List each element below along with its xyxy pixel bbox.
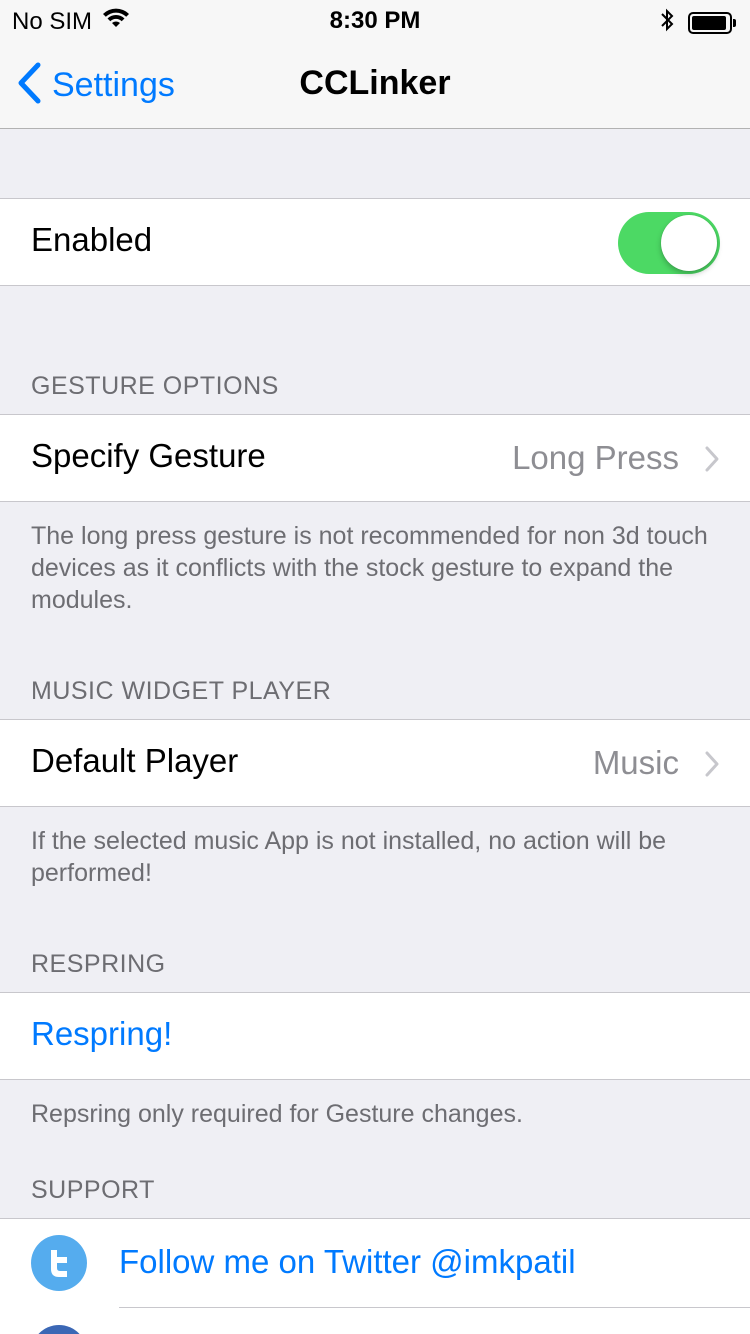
toggle-knob (661, 215, 717, 271)
respring-button[interactable]: Respring! (0, 992, 750, 1080)
enabled-label: Enabled (31, 221, 153, 258)
navigation-bar: Settings CCLinker (0, 40, 750, 129)
enabled-cell: Enabled (0, 198, 750, 286)
music-footer: If the selected music App is not install… (31, 827, 667, 887)
battery-icon (688, 11, 732, 34)
specify-gesture-value: Long Press (512, 439, 679, 476)
enabled-toggle[interactable] (618, 212, 720, 274)
respring-footer: Repsring only required for Gesture chang… (31, 1100, 523, 1128)
specify-gesture-row[interactable]: Specify Gesture Long Press (0, 414, 750, 502)
section-header-support: SUPPORT (31, 1176, 155, 1204)
page-title: CCLinker (299, 64, 451, 102)
status-time: 8:30 PM (329, 7, 421, 34)
default-player-value: Music (592, 744, 679, 781)
battery-tip (733, 18, 736, 27)
chevron-right-icon (704, 750, 720, 783)
twitter-row[interactable]: Follow me on Twitter @imkpatil (0, 1218, 750, 1334)
twitter-label: Follow me on Twitter @imkpatil (119, 1243, 576, 1280)
specify-gesture-label: Specify Gesture (31, 437, 266, 474)
gesture-footer: The long press gesture is not recommende… (31, 522, 708, 614)
default-player-row[interactable]: Default Player Music (0, 719, 750, 807)
bluetooth-icon (660, 8, 674, 37)
twitter-icon (31, 1235, 87, 1291)
chevron-right-icon (704, 445, 720, 478)
section-header-music: MUSIC WIDGET PLAYER (31, 677, 332, 705)
default-player-label: Default Player (31, 742, 239, 779)
screen: No SIM 8:30 PM Settings CCLinker Enabled… (0, 0, 750, 1334)
status-bar: No SIM 8:30 PM (0, 0, 750, 40)
section-header-gesture: GESTURE OPTIONS (31, 372, 279, 400)
row-separator (119, 1307, 750, 1308)
section-header-respring: RESPRING (31, 950, 166, 978)
respring-label: Respring! (31, 1015, 173, 1052)
support-row-icon (31, 1325, 87, 1334)
status-right (660, 8, 736, 37)
